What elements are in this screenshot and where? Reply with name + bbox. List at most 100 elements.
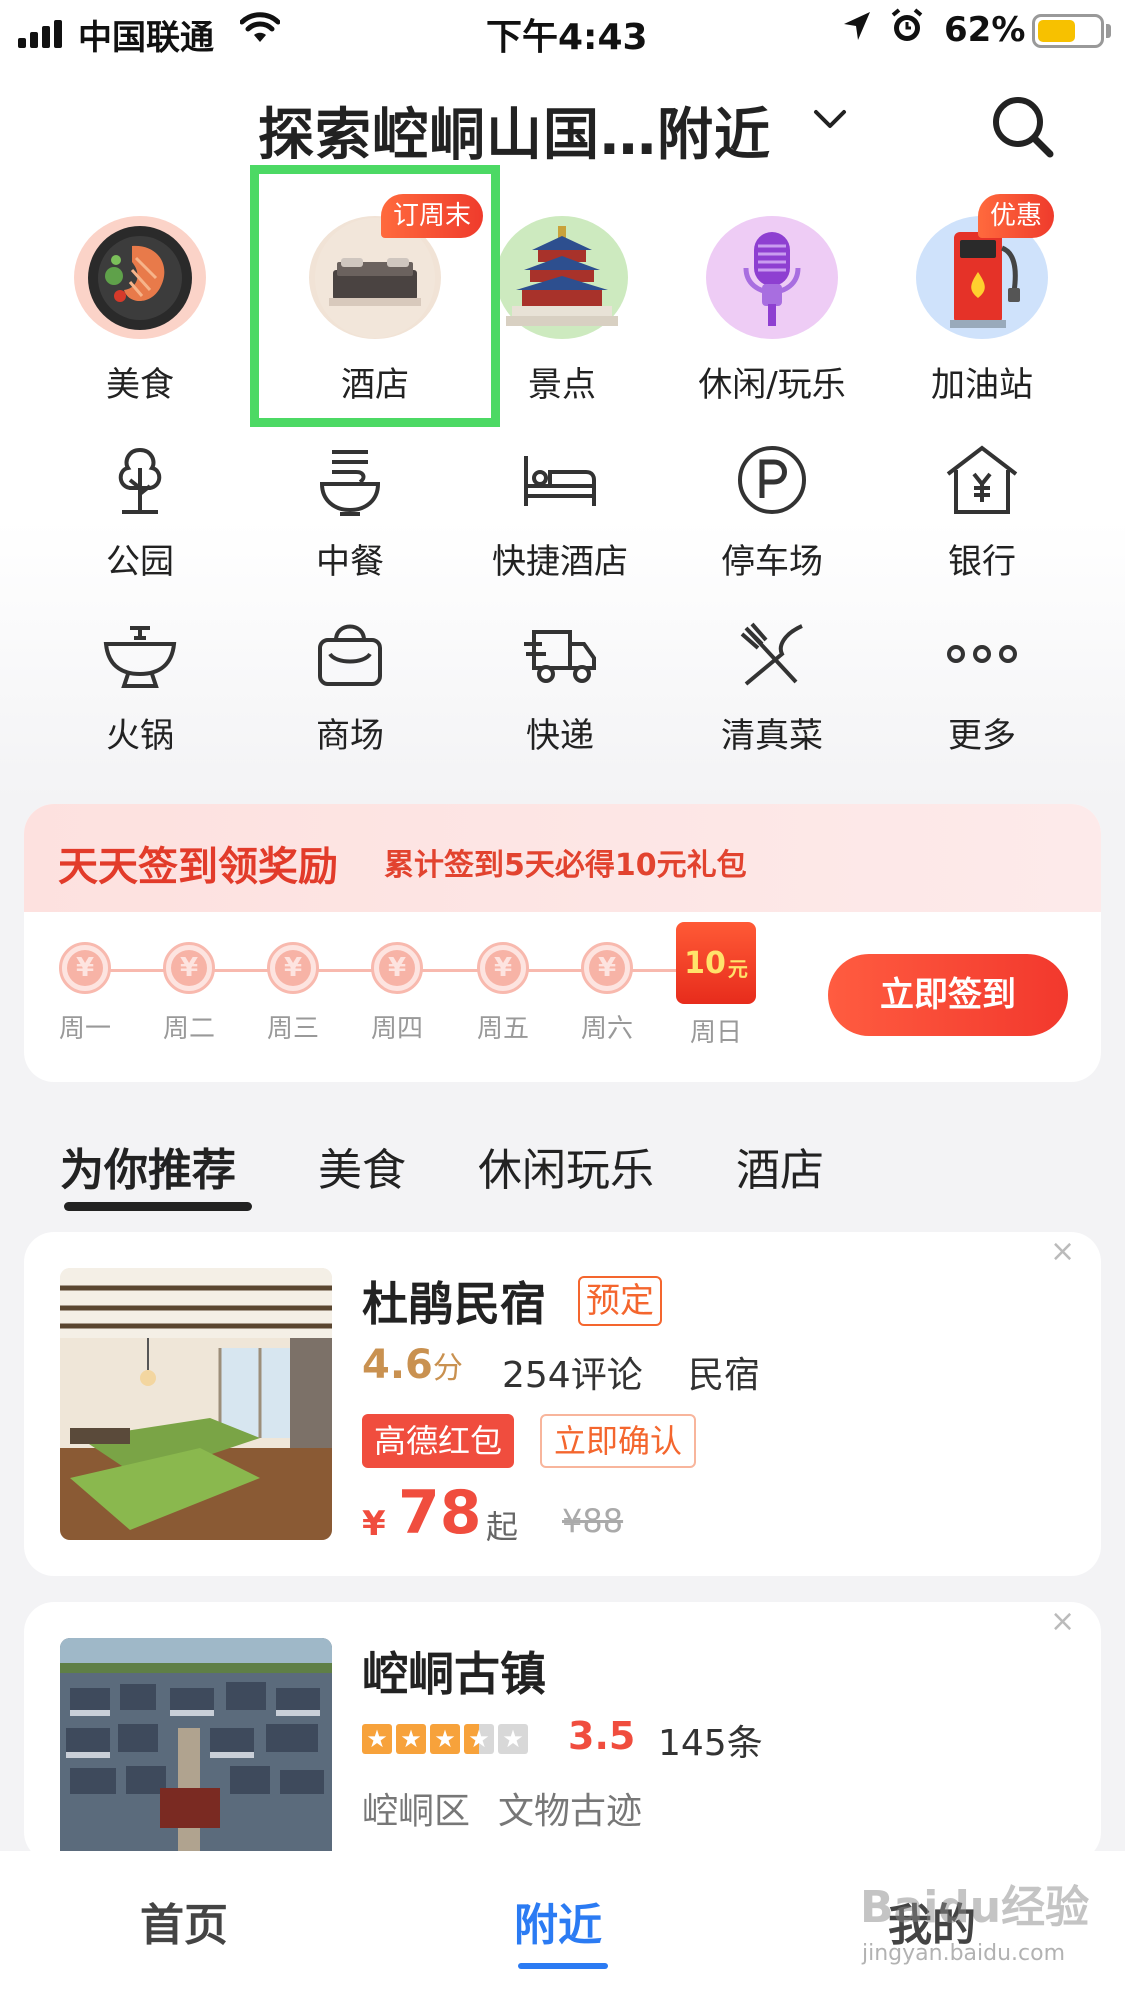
nav-active-indicator	[518, 1963, 608, 1969]
coin-icon: ¥	[267, 942, 319, 994]
status-bar: 中国联通 下午4:43 62%	[0, 0, 1125, 62]
tab-hotel[interactable]: 酒店	[736, 1134, 824, 1198]
category-leisure[interactable]: 休闲/玩乐	[682, 216, 862, 406]
listing-category: 文物古迹	[498, 1791, 643, 1832]
grid-item-budget-hotel[interactable]: 快捷酒店	[470, 440, 650, 590]
review-count: 254评论	[502, 1355, 643, 1396]
category-food[interactable]: 美食	[50, 216, 230, 406]
tab-food[interactable]: 美食	[318, 1134, 406, 1198]
red-packet-icon: 10 元	[676, 922, 756, 1004]
battery-icon	[1032, 14, 1104, 48]
grid-label: 更多	[948, 716, 1016, 756]
star-icon: ★	[498, 1724, 528, 1754]
bed-icon	[524, 456, 596, 506]
coin-icon: ¥	[581, 942, 633, 994]
listing-title[interactable]: 杜鹃民宿	[362, 1268, 546, 1334]
grid-item-more[interactable]: 更多	[892, 614, 1072, 764]
tab-underline	[64, 1202, 252, 1211]
tab-recommended[interactable]: 为你推荐	[60, 1134, 236, 1198]
tree-icon	[118, 447, 162, 514]
category-label: 美食	[106, 365, 174, 405]
attraction-icon	[496, 216, 628, 339]
grid-item-halal[interactable]: 清真菜	[682, 614, 862, 764]
grid-label: 清真菜	[721, 716, 823, 756]
grid-item-hotpot[interactable]: 火锅	[50, 614, 230, 764]
alarm-icon	[890, 8, 924, 53]
watermark-text: Baidu经验	[860, 1882, 1090, 1933]
tab-leisure[interactable]: 休闲玩乐	[478, 1134, 654, 1198]
category-label: 景点	[528, 365, 596, 405]
listing-card[interactable]: × 杜鹃民宿 预定 4.6分 254评论 民宿 高德红包 立即确认 ¥ 78 起…	[24, 1232, 1101, 1576]
nav-home[interactable]: 首页	[140, 1889, 228, 1953]
signin-card: 天天签到领奖励 累计签到5天必得10元礼包 ¥ 周一 ¥ 周二 ¥ 周三 ¥ 周…	[24, 804, 1101, 1082]
watermark: Baidu经验 jingyan.baidu.com	[860, 1871, 1110, 1971]
booking-tag: 预定	[578, 1276, 662, 1326]
day-tuesday: ¥ 周二	[158, 942, 220, 1062]
grid-item-mall[interactable]: 商场	[260, 614, 440, 764]
star-icon: ★	[464, 1724, 494, 1754]
listing-title[interactable]: 崆峒古镇	[362, 1638, 546, 1704]
grid-label: 停车场	[721, 542, 823, 582]
noodle-bowl-icon	[319, 450, 381, 516]
listing-photo[interactable]	[60, 1268, 332, 1540]
grid-item-chinese-food[interactable]: 中餐	[260, 440, 440, 590]
listing-price: 78	[398, 1478, 482, 1548]
bank-icon	[946, 445, 1018, 514]
day-sunday: 10 元 周日	[676, 922, 756, 1062]
location-arrow-icon	[842, 10, 872, 50]
day-thursday: ¥ 周四	[366, 942, 428, 1062]
shopping-bag-icon	[318, 624, 382, 686]
grid-item-express[interactable]: 快递	[470, 614, 650, 764]
grid-item-park[interactable]: 公园	[50, 440, 230, 590]
coin-icon: ¥	[371, 942, 423, 994]
parking-icon	[738, 446, 806, 514]
wifi-icon	[239, 12, 281, 53]
day-wednesday: ¥ 周三	[262, 942, 324, 1062]
search-icon[interactable]	[988, 92, 1058, 162]
nav-nearby[interactable]: 附近	[514, 1889, 602, 1953]
coin-icon: ¥	[477, 942, 529, 994]
hotpot-icon	[103, 626, 177, 688]
rating-stars: ★ ★ ★ ★ ★	[362, 1724, 528, 1754]
listing-card[interactable]: × 崆峒古镇 ★ ★ ★ ★ ★ 3.5 145条 崆峒区 文物古迹	[24, 1602, 1101, 1862]
close-icon[interactable]: ×	[1050, 1234, 1075, 1269]
signin-subtitle: 累计签到5天必得10元礼包	[384, 848, 747, 883]
day-friday: ¥ 周五	[472, 942, 534, 1062]
day-monday: ¥ 周一	[54, 942, 116, 1062]
listing-photo[interactable]	[60, 1638, 332, 1862]
grid-item-parking[interactable]: 停车场	[682, 440, 862, 590]
signin-title: 天天签到领奖励	[58, 844, 338, 890]
fork-knife-icon	[740, 622, 803, 686]
battery-percent: 62%	[944, 10, 1026, 50]
watermark-url: jingyan.baidu.com	[862, 1941, 1066, 1966]
delivery-truck-icon	[524, 630, 596, 683]
signin-button[interactable]: 立即签到	[828, 954, 1068, 1036]
grid-label: 快捷酒店	[492, 542, 628, 582]
chevron-down-icon[interactable]	[812, 102, 848, 138]
close-icon[interactable]: ×	[1050, 1604, 1075, 1639]
battery-fill	[1038, 20, 1076, 42]
grid-item-bank[interactable]: 银行	[892, 440, 1072, 590]
clock: 下午4:43	[486, 17, 648, 58]
instant-confirm-badge: 立即确认	[540, 1414, 697, 1468]
category-gas-station[interactable]: 优惠 加油站	[892, 194, 1072, 406]
listing-score: 4.6分	[362, 1342, 463, 1388]
review-count: 145条	[658, 1723, 763, 1764]
grid-label: 商场	[316, 716, 384, 756]
grid-label: 银行	[948, 542, 1016, 582]
location-title[interactable]: 探索崆峒山国…附近	[258, 90, 771, 171]
grid-label: 中餐	[316, 542, 384, 582]
carrier-name: 中国联通	[78, 18, 214, 58]
price-suffix: 起	[486, 1508, 519, 1546]
more-dots-icon	[947, 645, 1017, 663]
rating-value: 3.5	[568, 1714, 636, 1758]
gas-station-icon: 优惠	[916, 194, 1055, 339]
listing-district: 崆峒区	[362, 1791, 471, 1832]
microphone-icon	[706, 216, 838, 339]
price-symbol: ¥	[362, 1504, 386, 1544]
signal-icon	[18, 18, 68, 48]
original-price: ¥88	[562, 1502, 624, 1540]
grid-label: 火锅	[106, 716, 174, 756]
highlight-box	[250, 165, 500, 427]
bottom-nav: 首页 附近 我的 Baidu经验 jingyan.baidu.com	[0, 1851, 1125, 2001]
